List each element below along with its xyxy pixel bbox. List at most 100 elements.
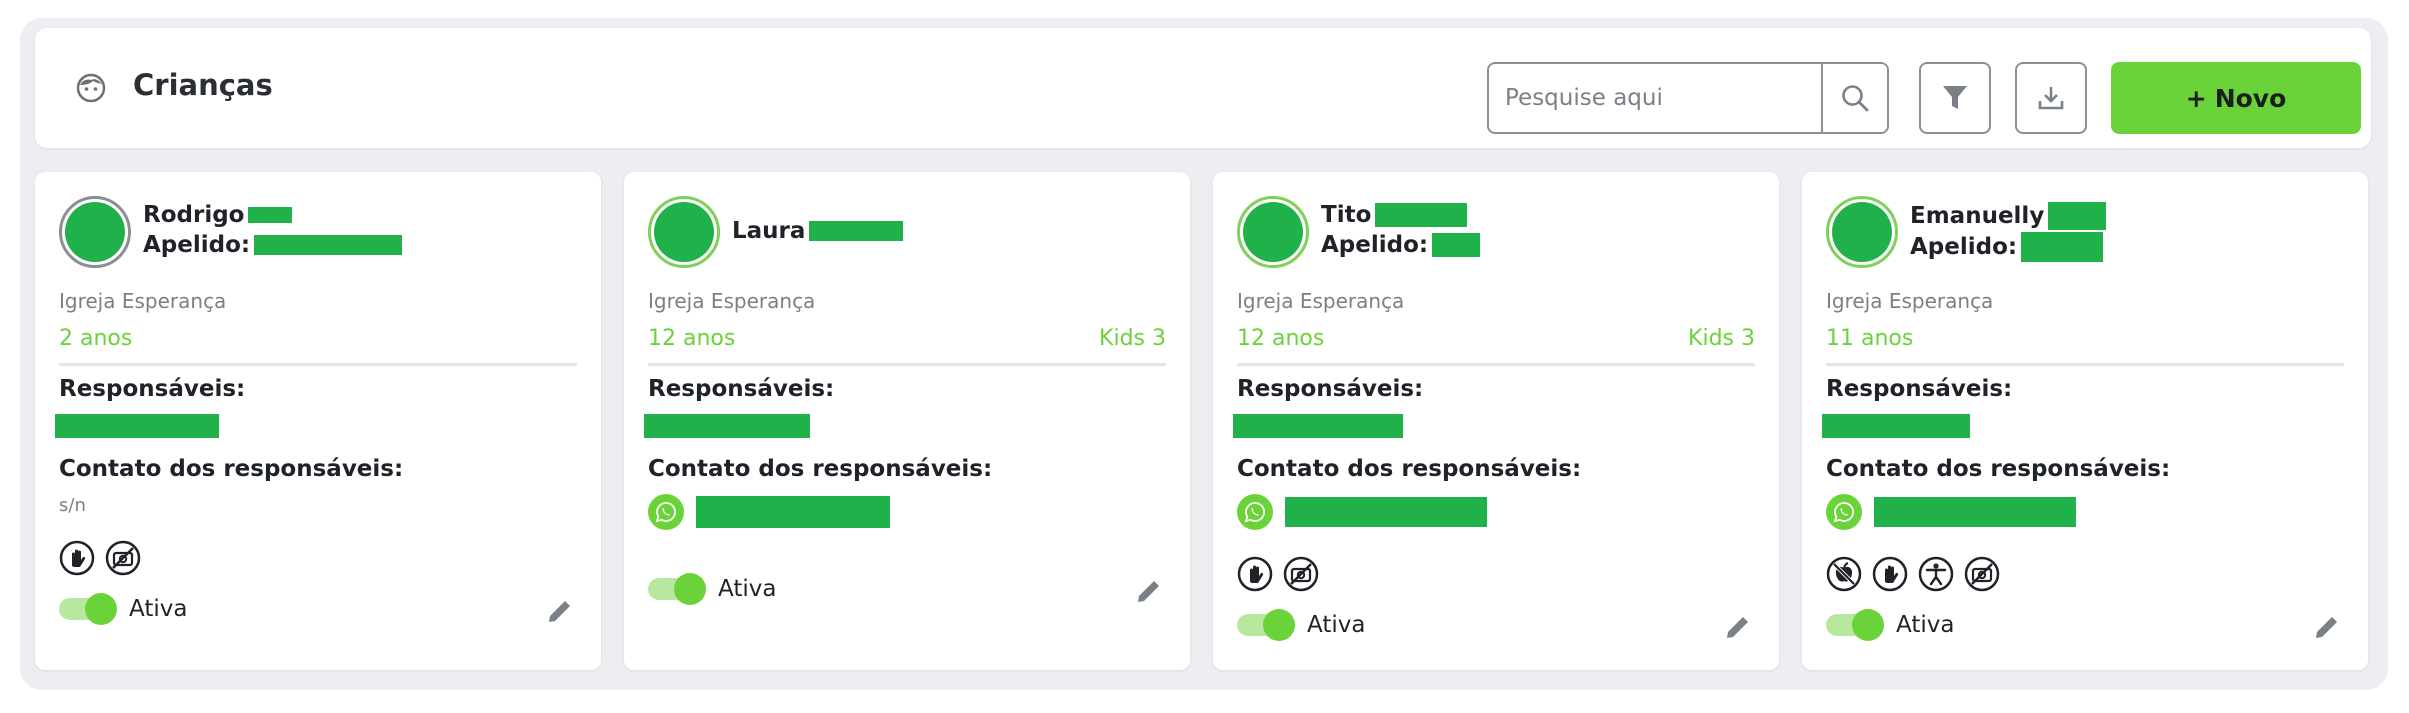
contact-label: Contato dos responsáveis: (59, 456, 404, 482)
no-photo-icon (1964, 556, 2000, 592)
edit-button[interactable] (2310, 610, 2344, 644)
child-face-icon (76, 73, 106, 103)
child-name: Tito (1321, 202, 1468, 228)
search-box (1487, 62, 1889, 134)
child-nickname: Apelido: (1910, 232, 2104, 262)
status-toggle[interactable] (1826, 609, 1884, 641)
filter-button[interactable] (1919, 62, 1991, 134)
whatsapp-icon[interactable] (1237, 494, 1273, 530)
group-label: Kids 3 (1099, 326, 1166, 351)
redacted-surname (248, 207, 293, 223)
avatar[interactable] (59, 196, 131, 268)
edit-button[interactable] (1721, 610, 1755, 644)
redacted-nickname (2021, 232, 2104, 262)
redacted-responsible (1822, 414, 1970, 438)
download-icon (2038, 87, 2064, 110)
pencil-icon (2316, 617, 2337, 638)
responsibles-label: Responsáveis: (648, 376, 835, 402)
child-age: 2 anos (59, 326, 133, 351)
group-label: Kids 3 (1688, 326, 1755, 351)
no-photo-icon (1283, 556, 1319, 592)
pencil-icon (1138, 581, 1159, 602)
whatsapp-contact (648, 494, 890, 530)
child-nickname: Apelido: (1321, 232, 1481, 258)
status-text: Ativa (129, 596, 188, 622)
status-row: Ativa (59, 593, 188, 625)
child-card: Laura Igreja Esperança 12 anos Kids 3 Re… (624, 172, 1190, 670)
redacted-phone (1285, 497, 1487, 527)
status-row: Ativa (1237, 609, 1366, 641)
redacted-phone (1874, 497, 2076, 527)
contact-value: s/n (59, 495, 86, 516)
tag-icons (1826, 556, 2000, 592)
child-age: 12 anos (648, 326, 736, 351)
new-button-label: Novo (2214, 83, 2287, 113)
child-card: Tito Apelido: Igreja Esperança 12 anos K… (1213, 172, 1779, 670)
redacted-surname (1375, 203, 1468, 227)
search-icon (1842, 85, 1869, 112)
church-name: Igreja Esperança (648, 289, 816, 313)
edit-button[interactable] (1132, 574, 1166, 608)
church-name: Igreja Esperança (59, 289, 227, 313)
avatar[interactable] (1826, 196, 1898, 268)
redacted-nickname (254, 235, 403, 255)
redacted-phone (696, 496, 890, 528)
redacted-responsible (55, 414, 219, 438)
search-input[interactable] (1489, 64, 1825, 132)
hand-icon (1237, 556, 1273, 592)
download-button[interactable] (2015, 62, 2087, 134)
responsibles-label: Responsáveis: (1826, 376, 2013, 402)
status-toggle[interactable] (648, 573, 706, 605)
status-text: Ativa (1896, 612, 1955, 638)
no-photo-icon (105, 540, 141, 576)
page-title: Crianças (133, 68, 273, 102)
status-toggle[interactable] (1237, 609, 1295, 641)
card-divider (1826, 363, 2344, 366)
new-child-button[interactable]: + Novo (2111, 62, 2361, 134)
child-age: 11 anos (1826, 326, 1914, 351)
child-age: 12 anos (1237, 326, 1325, 351)
child-card: Emanuelly Apelido: Igreja Esperança 11 a… (1802, 172, 2368, 670)
card-divider (648, 363, 1166, 366)
whatsapp-icon[interactable] (1826, 494, 1862, 530)
whatsapp-icon[interactable] (648, 494, 684, 530)
hand-icon (59, 540, 95, 576)
status-row: Ativa (648, 573, 777, 605)
church-name: Igreja Esperança (1826, 289, 1994, 313)
contact-label: Contato dos responsáveis: (1237, 456, 1582, 482)
responsibles-label: Responsáveis: (59, 376, 246, 402)
redacted-nickname (1432, 233, 1481, 257)
plus-icon: + (2185, 83, 2207, 113)
contact-label: Contato dos responsáveis: (1826, 456, 2171, 482)
status-row: Ativa (1826, 609, 1955, 641)
pencil-icon (549, 601, 570, 622)
card-divider (59, 363, 577, 366)
whatsapp-contact (1237, 494, 1487, 530)
avatar[interactable] (1237, 196, 1309, 268)
card-divider (1237, 363, 1755, 366)
redacted-surname (2048, 202, 2107, 230)
responsibles-label: Responsáveis: (1237, 376, 1424, 402)
contact-label: Contato dos responsáveis: (648, 456, 993, 482)
page-header: Crianças + Novo (35, 28, 2371, 148)
whatsapp-contact (1826, 494, 2076, 530)
church-name: Igreja Esperança (1237, 289, 1405, 313)
status-text: Ativa (1307, 612, 1366, 638)
avatar[interactable] (648, 196, 720, 268)
redacted-responsible (1233, 414, 1403, 438)
pencil-icon (1727, 617, 1748, 638)
child-name: Emanuelly (1910, 202, 2107, 230)
tag-icons (1237, 556, 1319, 592)
no-food-icon (1826, 556, 1862, 592)
redacted-responsible (644, 414, 810, 438)
filter-icon (1943, 86, 1967, 109)
child-name: Rodrigo (143, 202, 293, 228)
search-button[interactable] (1821, 64, 1887, 132)
edit-button[interactable] (543, 594, 577, 628)
status-toggle[interactable] (59, 593, 117, 625)
child-nickname: Apelido: (143, 232, 403, 258)
status-text: Ativa (718, 576, 777, 602)
page-frame: Crianças + Novo (20, 18, 2388, 690)
redacted-surname (809, 221, 904, 241)
child-card: Rodrigo Apelido: Igreja Esperança 2 anos… (35, 172, 601, 670)
